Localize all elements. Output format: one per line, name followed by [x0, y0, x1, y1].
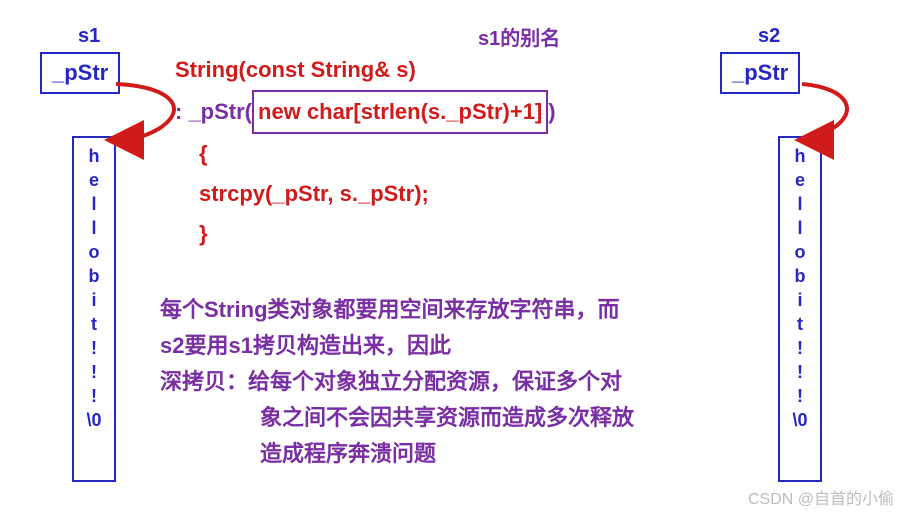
memory-char: l	[780, 192, 820, 216]
memory-char: e	[74, 168, 114, 192]
s1-label: s1	[78, 25, 100, 48]
memory-char: l	[74, 192, 114, 216]
s1-ptr-box: _pStr	[40, 52, 120, 94]
memory-char: e	[780, 168, 820, 192]
memory-char: \0	[74, 408, 114, 432]
watermark: CSDN @自首的小偷	[748, 485, 894, 509]
memory-char: l	[780, 216, 820, 240]
code-block: String(const String& s) : _pStr(new char…	[175, 50, 715, 254]
desc-l1: 每个String类对象都要用空间来存放字符串，而	[160, 292, 720, 328]
memory-char: l	[74, 216, 114, 240]
memory-char: !	[780, 336, 820, 360]
s1-memory-box: hellobit!!!\0	[72, 136, 116, 482]
desc-l3: 深拷贝：给每个对象独立分配资源，保证多个对	[160, 364, 720, 400]
code-line2: : _pStr(new char[strlen(s._pStr)+1])	[175, 90, 715, 134]
desc-l2: s2要用s1拷贝构造出来，因此	[160, 328, 720, 364]
memory-char: i	[74, 288, 114, 312]
description-block: 每个String类对象都要用空间来存放字符串，而 s2要用s1拷贝构造出来，因此…	[160, 292, 720, 472]
memory-char: o	[780, 240, 820, 264]
memory-char: !	[74, 360, 114, 384]
code-line2-c: )	[548, 99, 555, 124]
memory-char: b	[74, 264, 114, 288]
memory-char: b	[780, 264, 820, 288]
s2-ptr-box: _pStr	[720, 52, 800, 94]
memory-char: o	[74, 240, 114, 264]
memory-char: h	[780, 144, 820, 168]
s2-label: s2	[758, 25, 780, 48]
memory-char: \0	[780, 408, 820, 432]
code-line2-a: : _pStr(	[175, 99, 252, 124]
code-line3: {	[175, 134, 715, 174]
code-line5: }	[175, 214, 715, 254]
new-char-expr: new char[strlen(s._pStr)+1]	[252, 90, 548, 134]
s2-memory-box: hellobit!!!\0	[778, 136, 822, 482]
desc-l4: 象之间不会因共享资源而造成多次释放	[160, 400, 720, 436]
memory-char: !	[74, 384, 114, 408]
desc-l5: 造成程序奔溃问题	[160, 436, 720, 472]
memory-char: t	[74, 312, 114, 336]
memory-char: !	[780, 360, 820, 384]
alias-label: s1的别名	[478, 22, 560, 51]
memory-char: !	[780, 384, 820, 408]
memory-char: t	[780, 312, 820, 336]
memory-char: i	[780, 288, 820, 312]
code-line4: strcpy(_pStr, s._pStr);	[175, 174, 715, 214]
memory-char: !	[74, 336, 114, 360]
code-line1: String(const String& s)	[175, 50, 715, 90]
memory-char: h	[74, 144, 114, 168]
